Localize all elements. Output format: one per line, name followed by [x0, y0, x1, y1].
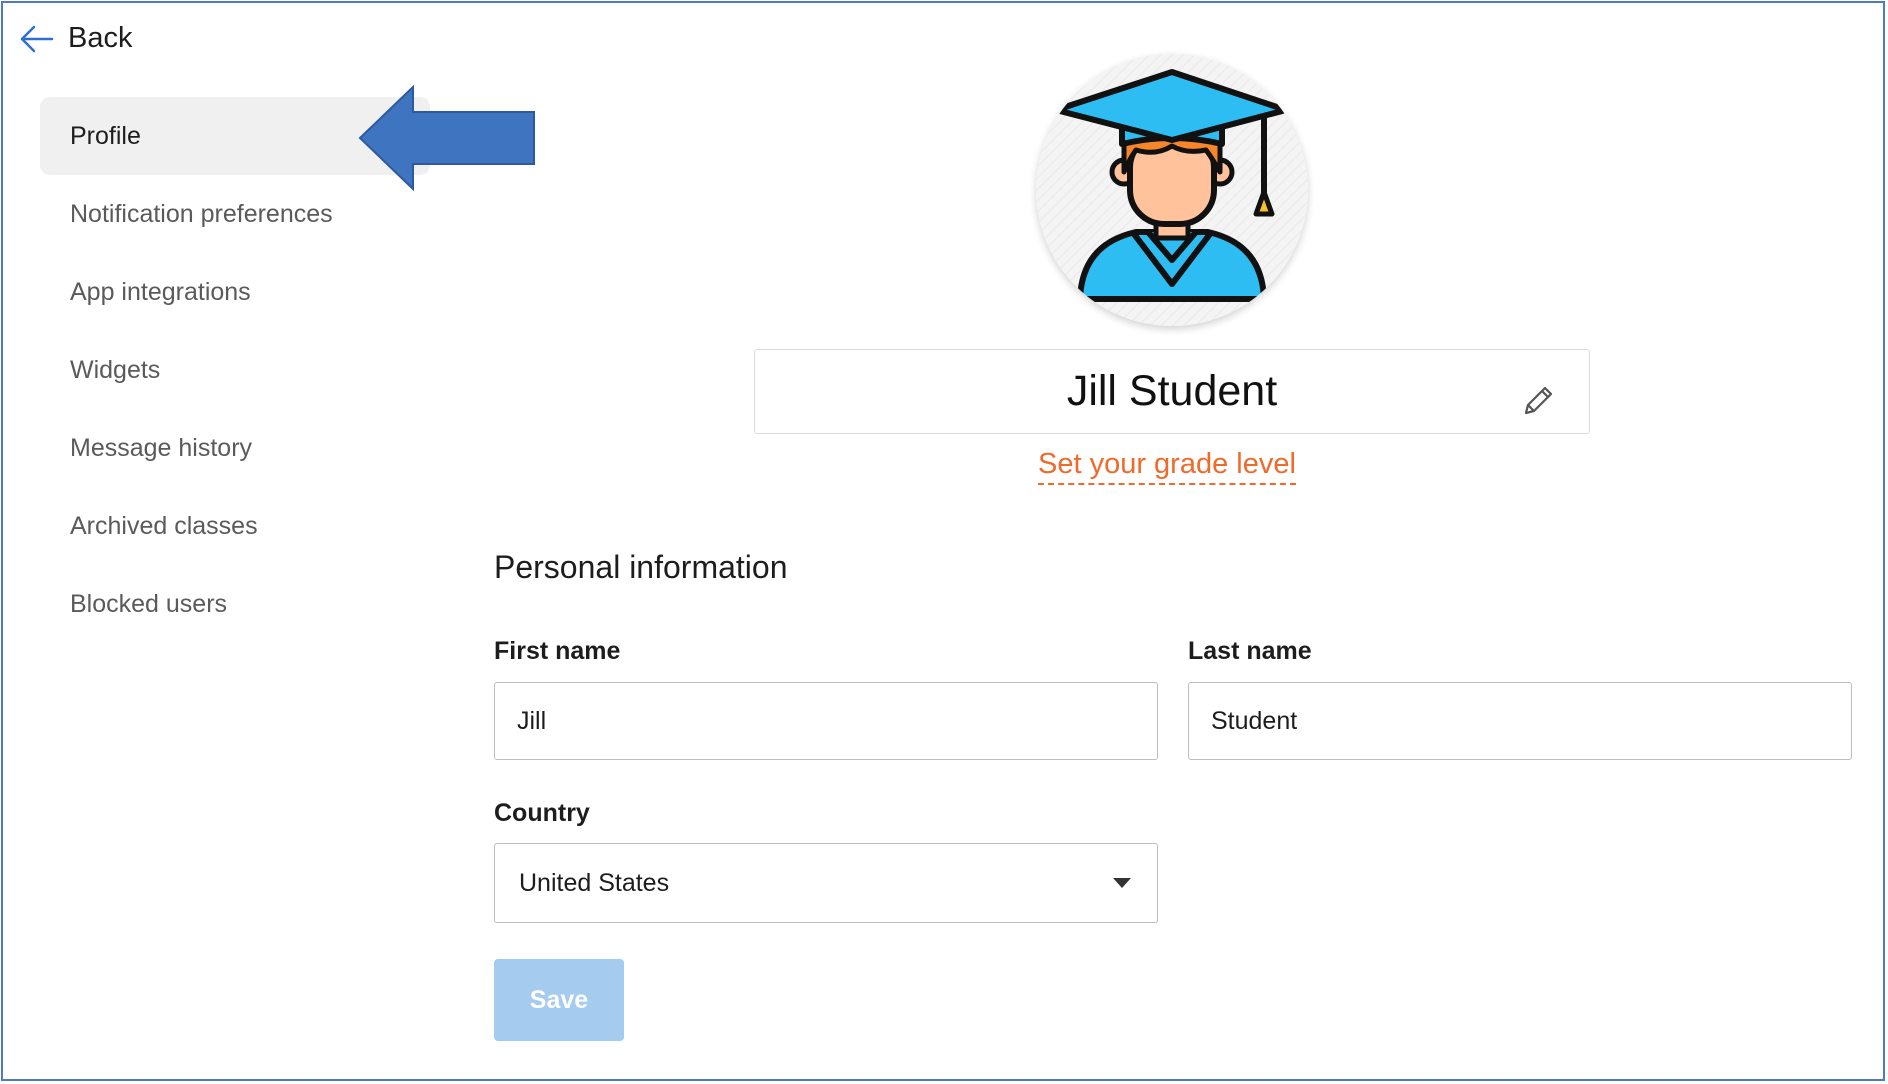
sidebar-item-archived-classes[interactable]: Archived classes: [40, 487, 430, 565]
country-selected-value: United States: [519, 868, 670, 897]
sidebar-item-message-history[interactable]: Message history: [40, 409, 430, 487]
personal-information-heading: Personal information: [494, 549, 788, 585]
set-grade-level-link[interactable]: Set your grade level: [1038, 448, 1296, 485]
first-name-label: First name: [494, 637, 621, 665]
first-name-input[interactable]: [494, 682, 1158, 760]
display-name-box[interactable]: Jill Student: [754, 349, 1590, 434]
country-select[interactable]: United States: [494, 843, 1158, 923]
profile-avatar[interactable]: [1036, 54, 1308, 326]
last-name-input[interactable]: [1188, 682, 1852, 760]
back-button[interactable]: Back: [18, 22, 132, 55]
last-name-label: Last name: [1188, 637, 1312, 665]
sidebar-item-app-integrations[interactable]: App integrations: [40, 253, 430, 331]
graduate-avatar-icon: [1036, 54, 1308, 326]
save-button[interactable]: Save: [494, 959, 624, 1041]
annotation-arrow-icon: [358, 85, 535, 191]
sidebar-item-widgets[interactable]: Widgets: [40, 331, 430, 409]
arrow-left-icon: [20, 25, 54, 52]
country-label: Country: [494, 799, 590, 827]
display-name: Jill Student: [1066, 367, 1278, 415]
caret-down-icon: [1113, 878, 1131, 888]
sidebar-item-blocked-users[interactable]: Blocked users: [40, 565, 430, 643]
back-label: Back: [68, 22, 133, 54]
pencil-icon[interactable]: [1521, 384, 1555, 423]
